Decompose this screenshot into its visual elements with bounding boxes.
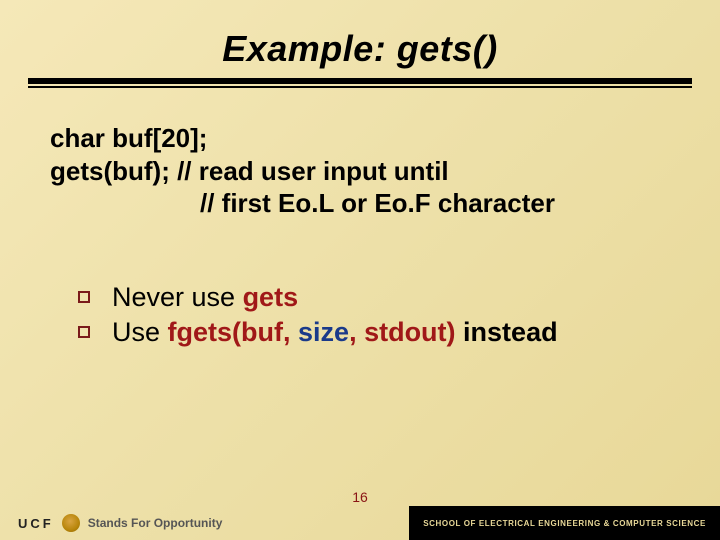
footer-department: SCHOOL OF ELECTRICAL ENGINEERING & COMPU…: [409, 506, 720, 540]
text: instead: [456, 317, 558, 347]
bullet-text: Never use gets: [112, 280, 298, 315]
slide-number: 16: [0, 489, 720, 505]
text: Never use: [112, 282, 243, 312]
bullet-text: Use fgets(buf, size, stdout) instead: [112, 315, 558, 350]
bullet-list: Never use gets Use fgets(buf, size, stdo…: [50, 280, 670, 350]
code-line-2: gets(buf); // read user input until: [50, 155, 670, 188]
pegasus-icon: [62, 514, 80, 532]
title-rule: [28, 78, 692, 84]
footer-tagline: Stands For Opportunity: [88, 516, 223, 530]
code-block: char buf[20]; gets(buf); // read user in…: [50, 122, 670, 220]
keyword-fgets-open: fgets(buf,: [168, 317, 298, 347]
footer: UCF Stands For Opportunity SCHOOL OF ELE…: [0, 506, 720, 540]
title-rule-thin: [28, 86, 692, 88]
keyword-size: size: [298, 317, 349, 347]
slide-content: char buf[20]; gets(buf); // read user in…: [0, 84, 720, 350]
ucf-logo-text: UCF: [18, 516, 54, 531]
code-line-3: // first Eo.L or Eo.F character: [50, 187, 670, 220]
keyword-gets: gets: [243, 282, 299, 312]
square-bullet-icon: [78, 326, 90, 338]
slide-title: Example: gets(): [0, 28, 720, 70]
list-item: Never use gets: [78, 280, 670, 315]
text: Use: [112, 317, 168, 347]
keyword-fgets-close: , stdout): [349, 317, 455, 347]
square-bullet-icon: [78, 291, 90, 303]
footer-left: UCF Stands For Opportunity: [0, 514, 222, 532]
code-line-1: char buf[20];: [50, 122, 670, 155]
title-area: Example: gets(): [0, 0, 720, 70]
list-item: Use fgets(buf, size, stdout) instead: [78, 315, 670, 350]
